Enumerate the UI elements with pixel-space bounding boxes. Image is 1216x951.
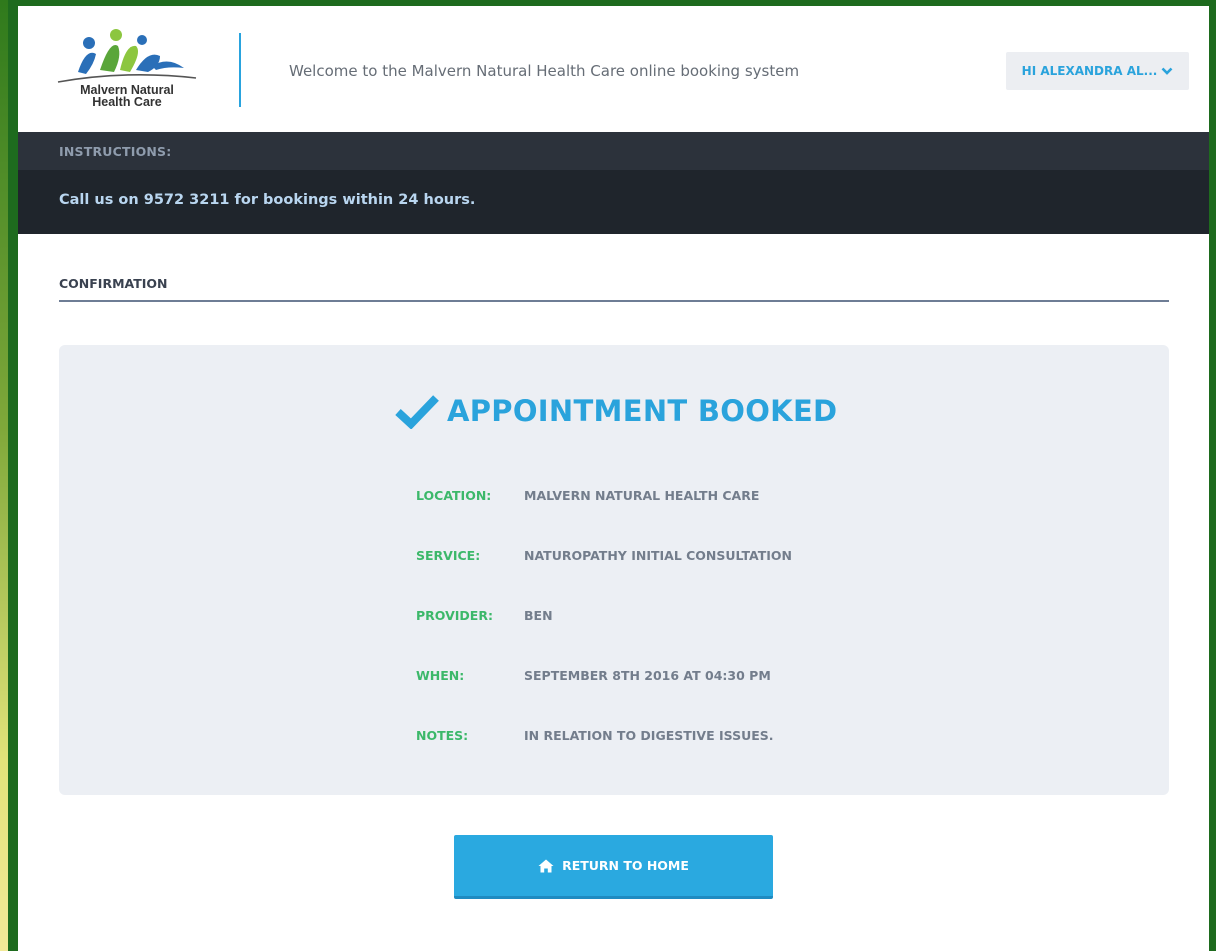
detail-label: WHEN: xyxy=(416,668,465,683)
chevron-down-icon xyxy=(1161,65,1173,77)
return-home-button[interactable]: RETURN TO HOME xyxy=(454,835,773,899)
header-divider xyxy=(239,33,241,107)
site-header: Malvern Natural Health Care Welcome to t… xyxy=(18,6,1209,132)
detail-value: NATUROPATHY INITIAL CONSULTATION xyxy=(524,548,792,563)
logo-text-line-2: Health Care xyxy=(92,95,162,109)
detail-label: NOTES: xyxy=(416,728,469,743)
user-menu-button[interactable]: HI ALEXANDRA AL... xyxy=(1006,52,1189,90)
booked-status: APPOINTMENT BOOKED xyxy=(395,393,837,429)
home-icon xyxy=(538,859,554,872)
detail-value: BEN xyxy=(524,608,553,623)
detail-value: MALVERN NATURAL HEALTH CARE xyxy=(524,488,760,503)
check-icon xyxy=(395,395,439,429)
section-title: CONFIRMATION xyxy=(59,276,168,291)
clinic-logo[interactable]: Malvern Natural Health Care xyxy=(56,26,206,118)
booked-status-text: APPOINTMENT BOOKED xyxy=(447,394,838,428)
booking-page: Malvern Natural Health Care Welcome to t… xyxy=(18,6,1209,951)
detail-value: IN RELATION TO DIGESTIVE ISSUES. xyxy=(524,728,774,743)
user-menu-label: HI ALEXANDRA AL... xyxy=(1021,64,1158,78)
return-home-label: RETURN TO HOME xyxy=(562,858,689,873)
detail-label: LOCATION: xyxy=(416,488,492,503)
confirmation-card: APPOINTMENT BOOKED LOCATION: MALVERN NAT… xyxy=(59,345,1169,795)
detail-label: SERVICE: xyxy=(416,548,481,563)
detail-value: SEPTEMBER 8TH 2016 AT 04:30 PM xyxy=(524,668,771,683)
logo-text: Malvern Natural Health Care xyxy=(56,84,198,109)
section-divider xyxy=(59,300,1169,302)
window-frame-edge xyxy=(0,0,8,951)
detail-label: PROVIDER: xyxy=(416,608,493,623)
instructions-text: Call us on 9572 3211 for bookings within… xyxy=(18,170,1209,234)
welcome-text: Welcome to the Malvern Natural Health Ca… xyxy=(289,62,800,80)
logo-figures-icon xyxy=(57,29,197,83)
instructions-heading: INSTRUCTIONS: xyxy=(18,132,1209,170)
